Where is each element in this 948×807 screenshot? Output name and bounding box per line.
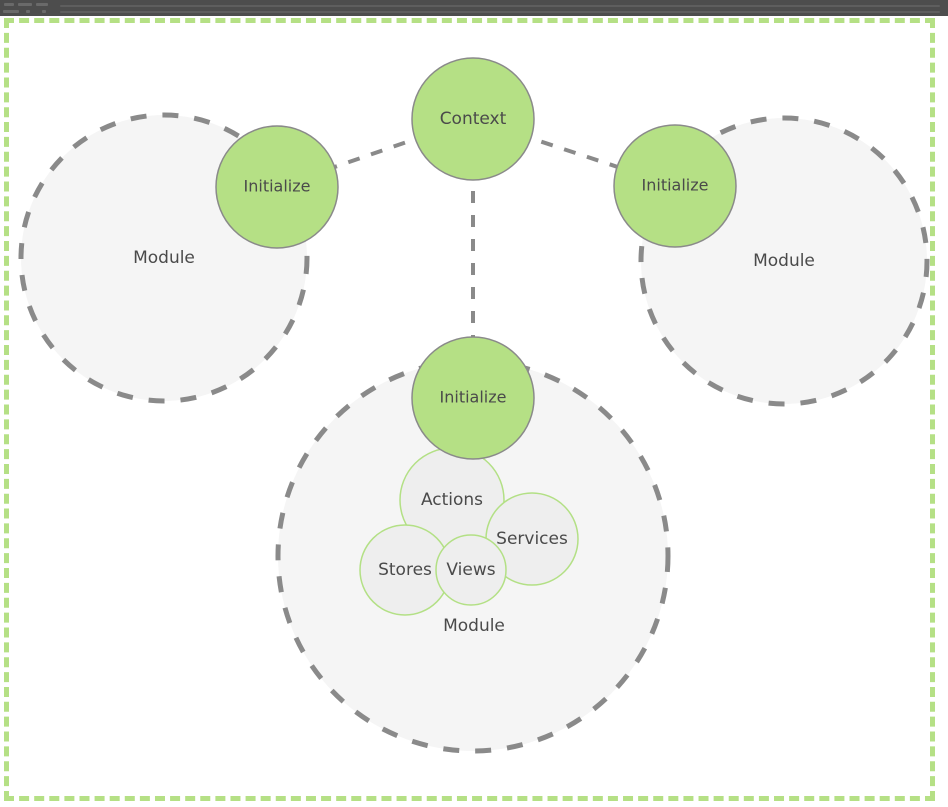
chrome-glyph	[3, 10, 19, 13]
context-node[interactable]: Context	[411, 57, 535, 181]
chrome-glyph	[42, 10, 46, 13]
module-bottom-child-label-views: Views	[446, 560, 495, 580]
diagram-canvas: Module Initialize Module Initialize Module Ac…	[0, 16, 948, 807]
module-left-label: Module	[133, 248, 195, 268]
app-chrome-bar	[0, 0, 948, 16]
module-bottom-child-label-services: Services	[496, 529, 568, 549]
module-right-initialize-label: Initialize	[642, 176, 709, 195]
module-bottom[interactable]: Module Actions Services Stores Views Initiali…	[275, 336, 671, 754]
module-left-initialize-node[interactable]: Initialize	[215, 125, 339, 249]
module-right-label: Module	[753, 251, 815, 271]
chrome-divider	[60, 11, 940, 13]
module-left[interactable]: Module Initialize	[18, 112, 339, 404]
module-bottom-child-label-actions: Actions	[421, 490, 483, 510]
module-right[interactable]: Module Initialize	[613, 115, 930, 407]
context-label: Context	[440, 109, 507, 129]
module-right-initialize-node[interactable]: Initialize	[613, 124, 737, 248]
module-bottom-initialize-label: Initialize	[440, 388, 507, 407]
chrome-glyph	[26, 10, 30, 13]
chrome-glyph	[36, 3, 48, 6]
module-architecture-diagram: Module Initialize Module Initialize Module Ac…	[18, 57, 930, 754]
module-bottom-child-views[interactable]: Views	[435, 534, 507, 606]
module-bottom-label: Module	[443, 616, 505, 636]
module-bottom-child-label-stores: Stores	[378, 560, 432, 580]
chrome-glyph	[4, 3, 14, 6]
module-layer: Module Initialize Module Initialize Module Ac…	[18, 112, 930, 754]
module-left-initialize-label: Initialize	[244, 177, 311, 196]
chrome-glyph	[18, 3, 32, 6]
context-node-layer: Context	[411, 57, 535, 181]
module-bottom-initialize-node[interactable]: Initialize	[411, 336, 535, 460]
chrome-divider	[60, 5, 940, 7]
